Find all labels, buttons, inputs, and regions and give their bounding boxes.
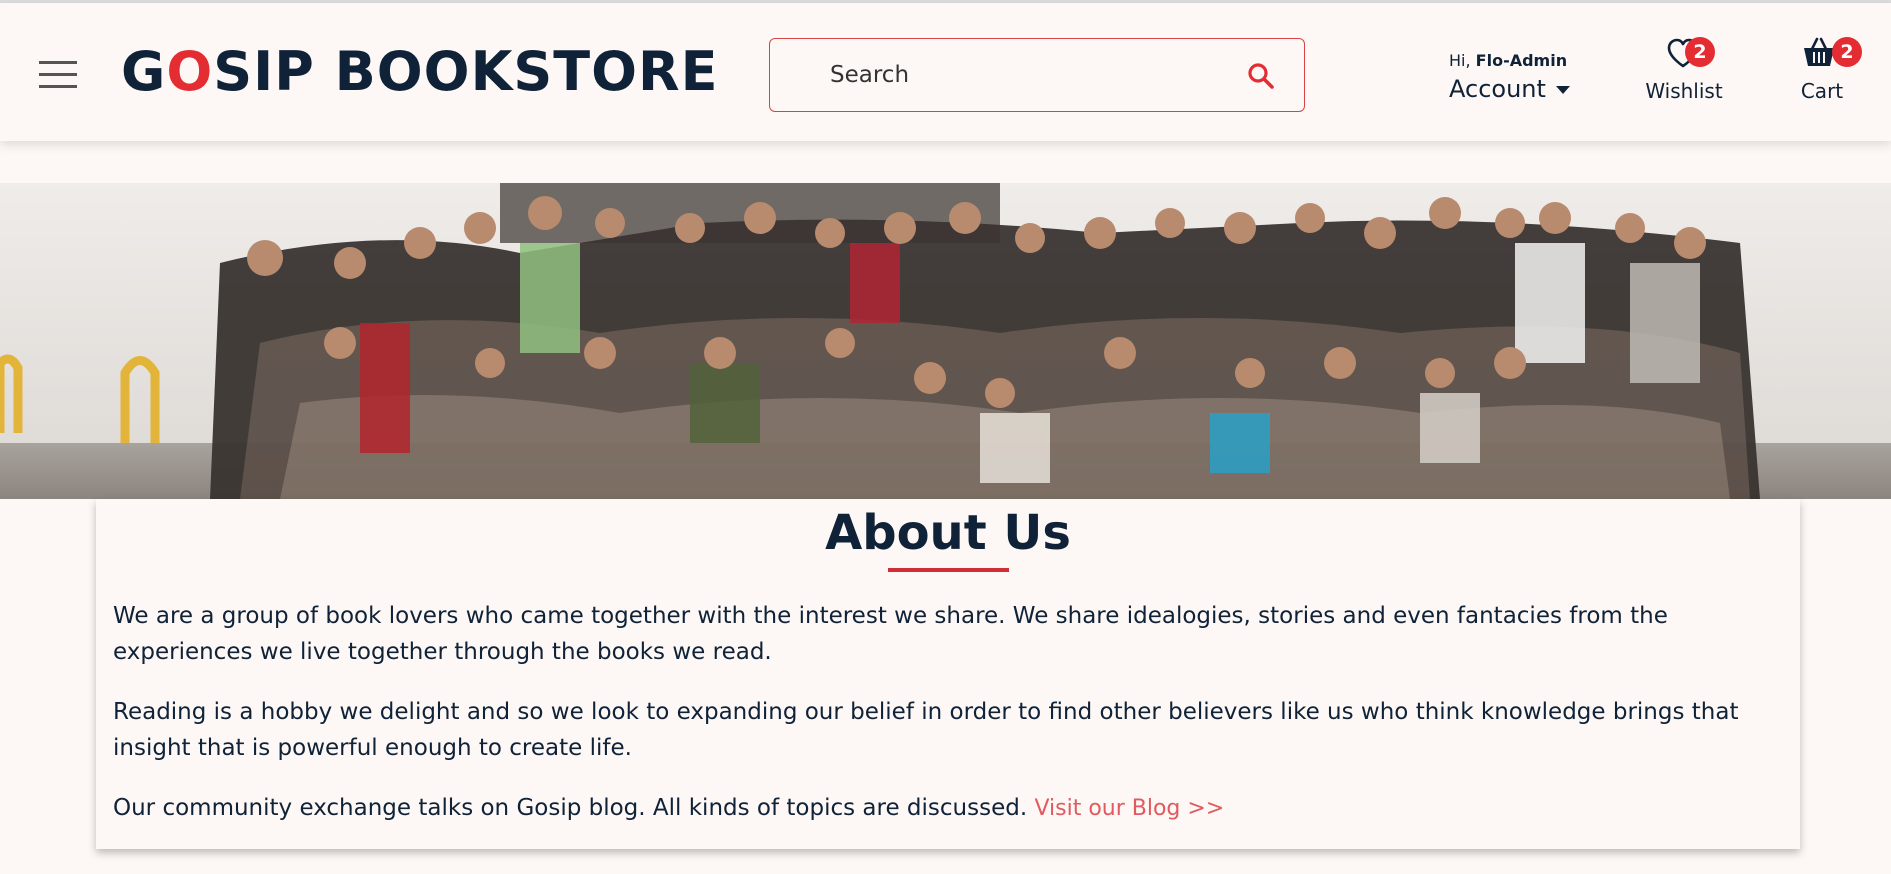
about-us-title: About Us (825, 505, 1071, 561)
logo-text-start: G (121, 40, 167, 103)
account-label: Account (1449, 75, 1546, 103)
basket-icon (1804, 37, 1834, 66)
title-underline (888, 568, 1009, 572)
account-dropdown-toggle[interactable]: Account (1449, 73, 1570, 105)
account-greeting: Hi, Flo-Admin (1449, 49, 1570, 73)
search-input[interactable] (830, 57, 1210, 93)
wishlist-icon-wrap: 2 (1645, 33, 1723, 71)
caret-down-icon (1555, 86, 1570, 94)
account-menu: Hi, Flo-Admin Account (1449, 49, 1570, 105)
wishlist-label: Wishlist (1645, 79, 1723, 103)
cart-link[interactable]: 2 Cart (1796, 33, 1862, 105)
site-logo[interactable]: GOSIP BOOKSTORE (121, 39, 719, 105)
cart-icon-wrap: 2 (1796, 33, 1862, 71)
about-us-card: About Us We are a group of book lovers w… (96, 499, 1800, 849)
account-username: Flo-Admin (1475, 51, 1568, 70)
about-paragraph-3: Our community exchange talks on Gosip bl… (113, 790, 1793, 827)
about-paragraph-1: We are a group of book lovers who came t… (113, 603, 1668, 665)
logo-text-end: SIP BOOKSTORE (213, 40, 719, 103)
visit-blog-link[interactable]: Visit our Blog >> (1034, 796, 1224, 821)
wishlist-count-badge: 2 (1685, 37, 1715, 67)
wishlist-link[interactable]: 2 Wishlist (1645, 33, 1723, 105)
search-box (769, 38, 1305, 112)
logo-text-accent: O (166, 40, 214, 103)
search-icon[interactable] (1246, 61, 1276, 91)
cart-count-badge: 2 (1832, 37, 1862, 67)
greeting-text: Hi, (1449, 51, 1471, 70)
menu-icon[interactable] (39, 61, 77, 89)
hero-group-photo (0, 183, 1891, 499)
cart-label: Cart (1800, 79, 1844, 103)
about-paragraph-3-text: Our community exchange talks on Gosip bl… (113, 795, 1028, 821)
site-header: GOSIP BOOKSTORE Hi, Flo-Admin Account 2 … (0, 3, 1891, 141)
about-paragraph-2: Reading is a hobby we delight and so we … (113, 699, 1739, 761)
